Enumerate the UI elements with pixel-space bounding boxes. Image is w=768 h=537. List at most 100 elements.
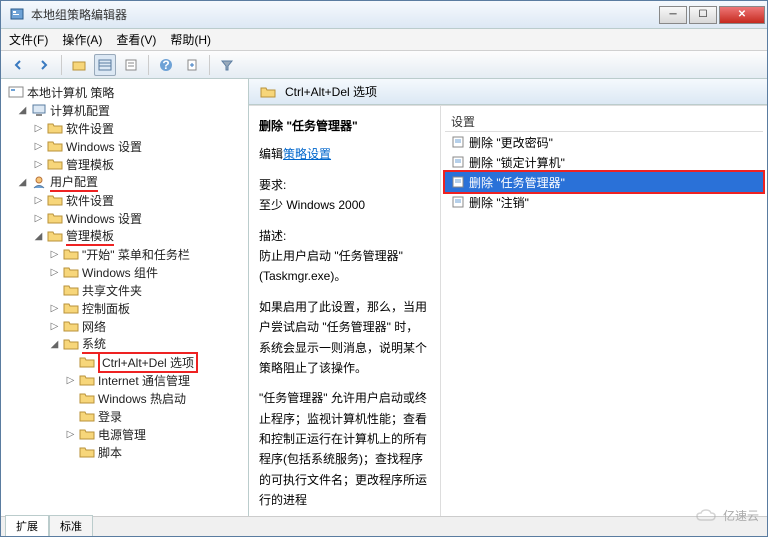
expand-icon[interactable]: ◢ [17, 177, 28, 188]
tree-computer-config[interactable]: 计算机配置 [50, 102, 110, 119]
edit-policy-link[interactable]: 策略设置 [283, 147, 331, 161]
folder-icon [79, 445, 95, 459]
list-view-button[interactable] [94, 54, 116, 76]
app-icon [9, 7, 25, 23]
folder-icon [63, 265, 79, 279]
menu-help[interactable]: 帮助(H) [170, 31, 211, 48]
app-window: 本地组策略编辑器 ─ ☐ ✕ 文件(F) 操作(A) 查看(V) 帮助(H) ?… [0, 0, 768, 537]
list-item-label: 删除 "任务管理器" [469, 174, 565, 191]
desc-p3: "任务管理器" 允许用户启动或终止程序；监视计算机性能；查看和控制正运行在计算机… [259, 388, 430, 510]
expand-icon[interactable]: ◢ [49, 339, 60, 350]
properties-button[interactable] [120, 54, 142, 76]
expand-icon[interactable]: ▷ [33, 159, 44, 170]
separator [209, 55, 210, 75]
tree-item[interactable]: Windows 组件 [82, 264, 158, 281]
expand-icon[interactable]: ▷ [65, 375, 76, 386]
help-button[interactable]: ? [155, 54, 177, 76]
expand-icon[interactable]: ◢ [33, 231, 44, 242]
setting-title: 删除 "任务管理器" [259, 116, 430, 136]
folder-icon [79, 391, 95, 405]
expand-icon[interactable]: ▷ [49, 303, 60, 314]
svg-text:?: ? [162, 58, 169, 72]
tree-item[interactable]: 软件设置 [66, 192, 114, 209]
expand-icon[interactable]: ▷ [49, 321, 60, 332]
minimize-button[interactable]: ─ [659, 6, 687, 24]
folder-icon [260, 85, 276, 99]
tab-extended[interactable]: 扩展 [5, 515, 49, 536]
expand-icon[interactable]: ▷ [65, 429, 76, 440]
tree-item[interactable]: 电源管理 [98, 426, 146, 443]
export-button[interactable] [181, 54, 203, 76]
content-area: 本地计算机 策略 ◢计算机配置 ▷软件设置 ▷Windows 设置 ▷管理模板 … [1, 79, 767, 516]
status-bar: 4 个设置 [1, 516, 767, 536]
tree-item[interactable]: Windows 设置 [66, 210, 142, 227]
forward-button[interactable] [33, 54, 55, 76]
back-button[interactable] [7, 54, 29, 76]
expand-icon[interactable]: ▷ [33, 141, 44, 152]
tab-standard[interactable]: 标准 [49, 515, 93, 536]
folder-icon [63, 247, 79, 261]
tree-panel[interactable]: 本地计算机 策略 ◢计算机配置 ▷软件设置 ▷Windows 设置 ▷管理模板 … [1, 79, 249, 516]
maximize-button[interactable]: ☐ [689, 6, 717, 24]
expand-icon[interactable]: ◢ [17, 105, 28, 116]
folder-icon [63, 301, 79, 315]
tree-user-config[interactable]: 用户配置 [50, 173, 98, 192]
tree-item[interactable]: 登录 [98, 408, 122, 425]
tree-item[interactable]: 共享文件夹 [82, 282, 142, 299]
tree-item[interactable]: 网络 [82, 318, 106, 335]
menu-view[interactable]: 查看(V) [116, 31, 156, 48]
folder-icon [79, 427, 95, 441]
list-item-label: 删除 "注销" [469, 194, 529, 211]
detail-panel: Ctrl+Alt+Del 选项 删除 "任务管理器" 编辑策略设置 要求:至少 … [249, 79, 767, 516]
policy-icon [8, 85, 24, 99]
breadcrumb-title: Ctrl+Alt+Del 选项 [285, 83, 377, 100]
settings-list[interactable]: 设置 删除 "更改密码" 删除 "锁定计算机" 删除 "任务管理器" 删除 "注… [441, 106, 767, 516]
setting-icon [451, 135, 465, 149]
tree-item[interactable]: 管理模板 [66, 156, 114, 173]
menu-file[interactable]: 文件(F) [9, 31, 48, 48]
expand-icon[interactable]: ▷ [49, 267, 60, 278]
desc-label: 描述: [259, 229, 286, 243]
tree-item[interactable]: Windows 热启动 [98, 390, 186, 407]
folder-icon [63, 319, 79, 333]
folder-icon [47, 193, 63, 207]
expand-icon[interactable]: ▷ [33, 213, 44, 224]
expand-icon[interactable]: ▷ [33, 195, 44, 206]
folder-icon [79, 355, 95, 369]
setting-icon [451, 175, 465, 189]
list-item-label: 删除 "更改密码" [469, 134, 553, 151]
list-item[interactable]: 删除 "锁定计算机" [445, 152, 763, 172]
list-item[interactable]: 删除 "注销" [445, 192, 763, 212]
edit-label: 编辑 [259, 147, 283, 161]
expand-icon[interactable]: ▷ [33, 123, 44, 134]
watermark: 亿速云 [695, 507, 759, 524]
toolbar: ? [1, 51, 767, 79]
tree-item[interactable]: "开始" 菜单和任务栏 [82, 246, 190, 263]
separator [61, 55, 62, 75]
user-icon [31, 175, 47, 189]
req-value: 至少 Windows 2000 [259, 198, 365, 212]
list-header[interactable]: 设置 [445, 112, 763, 132]
list-item-label: 删除 "锁定计算机" [469, 154, 565, 171]
expand-icon[interactable]: ▷ [49, 249, 60, 260]
tree-item[interactable]: Internet 通信管理 [98, 372, 190, 389]
close-button[interactable]: ✕ [719, 6, 765, 24]
tree-root[interactable]: 本地计算机 策略 [27, 84, 114, 101]
watermark-text: 亿速云 [723, 507, 759, 524]
folder-icon [79, 373, 95, 387]
tree-ctrl-alt-del[interactable]: Ctrl+Alt+Del 选项 [98, 352, 198, 373]
list-item[interactable]: 删除 "更改密码" [445, 132, 763, 152]
folder-button[interactable] [68, 54, 90, 76]
tree-item[interactable]: 控制面板 [82, 300, 130, 317]
filter-button[interactable] [216, 54, 238, 76]
window-title: 本地组策略编辑器 [31, 6, 659, 23]
tree-admin-templates[interactable]: 管理模板 [66, 227, 114, 246]
folder-icon [47, 139, 63, 153]
menu-action[interactable]: 操作(A) [62, 31, 102, 48]
tree-item[interactable]: 脚本 [98, 444, 122, 461]
tree-item[interactable]: Windows 设置 [66, 138, 142, 155]
list-item-selected[interactable]: 删除 "任务管理器" [445, 172, 763, 192]
titlebar[interactable]: 本地组策略编辑器 ─ ☐ ✕ [1, 1, 767, 29]
tree-item[interactable]: 软件设置 [66, 120, 114, 137]
view-tabs: 扩展 标准 [1, 514, 93, 536]
